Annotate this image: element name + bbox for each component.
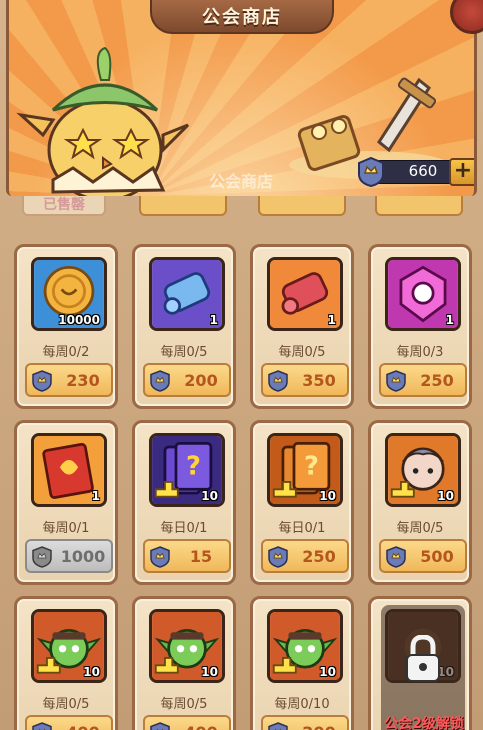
buy-button[interactable]: 400 <box>25 715 113 730</box>
item-quantity: 10 <box>319 665 336 679</box>
purchase-limit-label: 每周0/5 <box>42 697 90 712</box>
buy-button[interactable]: 350 <box>261 363 349 397</box>
shop-item-goblin-shard-1[interactable]: 10 每周0/5 400 <box>14 596 118 730</box>
item-icon-frame: ? 10 <box>149 433 225 507</box>
item-quantity: 1 <box>91 489 100 503</box>
price-value: 250 <box>420 371 454 390</box>
shop-window: 公会商店 公会商店 660 + 已售罄 10000 每周0/2 230 1 每周… <box>0 0 483 730</box>
purchase-limit-label: 每周0/10 <box>274 697 330 712</box>
purchase-limit-label: 每日0/1 <box>278 521 326 536</box>
guild-coin-icon <box>267 546 289 568</box>
shop-item-locked-shard[interactable]: 10公会2级解锁 <box>368 596 472 730</box>
guild-coin-icon <box>31 370 53 392</box>
shop-grid: 已售罄 10000 每周0/2 230 1 每周0/5 200 1 每周0/5 350 1 每周0/… <box>0 196 483 730</box>
buy-button[interactable]: 400 <box>143 715 231 730</box>
item-quantity: 1 <box>327 313 336 327</box>
shop-item-purple-mystery-card[interactable]: ? 10 每日0/1 15 <box>132 420 236 585</box>
padlock-icon <box>406 635 440 682</box>
title-plate: 公会商店 <box>150 0 334 34</box>
chick-mascot-icon <box>16 46 190 196</box>
guild-currency-display: 660 + <box>355 156 474 188</box>
purchase-limit-label: 每日0/1 <box>160 521 208 536</box>
shop-item-gold-coin[interactable]: 10000 每周0/2 230 <box>14 244 118 409</box>
sold-out-slot: 已售罄 <box>22 196 106 216</box>
item-quantity: 10 <box>319 489 336 503</box>
shop-item-hero-shard-kid[interactable]: 10 每周0/5 500 <box>368 420 472 585</box>
item-quantity: 10 <box>201 489 218 503</box>
svg-text:?: ? <box>186 452 201 482</box>
buy-button[interactable]: 250 <box>379 363 467 397</box>
shop-item-goblin-shard-2[interactable]: 10 每周0/5 400 <box>132 596 236 730</box>
banner-watermark: 公会商店 <box>209 172 274 191</box>
item-quantity: 1 <box>445 313 454 327</box>
add-currency-button[interactable]: + <box>449 158 474 186</box>
item-quantity: 10 <box>437 489 454 503</box>
guild-coin-icon <box>358 156 384 188</box>
purchase-limit-label: 每周0/1 <box>42 521 90 536</box>
item-icon-frame: 1 <box>149 257 225 331</box>
price-value: 230 <box>66 371 100 390</box>
partial-price-button[interactable] <box>375 196 463 216</box>
item-icon-frame: 10 <box>31 609 107 683</box>
price-value: 200 <box>184 371 218 390</box>
guild-coin-icon <box>149 546 171 568</box>
price-value: 250 <box>302 547 336 566</box>
buy-button[interactable]: 200 <box>261 715 349 730</box>
page-title: 公会商店 <box>202 7 282 28</box>
price-value: 400 <box>171 723 231 730</box>
sold-out-label: 已售罄 <box>43 197 85 213</box>
purchase-limit-label: 每周0/5 <box>278 345 326 360</box>
price-value: 15 <box>189 547 213 566</box>
purchase-limit-label: 每周0/5 <box>396 521 444 536</box>
item-icon-frame: 10 <box>267 609 343 683</box>
purchase-limit-label: 每周0/5 <box>160 697 208 712</box>
guild-coin-icon <box>267 722 289 730</box>
shop-item-blue-scroll[interactable]: 1 每周0/5 200 <box>132 244 236 409</box>
buy-button[interactable]: 15 <box>143 539 231 573</box>
item-quantity: 1 <box>209 313 218 327</box>
item-quantity: 10000 <box>58 313 100 327</box>
guild-coin-icon <box>385 370 407 392</box>
shop-item-red-book[interactable]: 1 每周0/1 1000 <box>14 420 118 585</box>
item-icon-frame: 1 <box>385 257 461 331</box>
shop-item-pink-emblem[interactable]: 1 每周0/3 250 <box>368 244 472 409</box>
item-icon-frame: 10000 <box>31 257 107 331</box>
guild-coin-icon <box>267 370 289 392</box>
item-icon-frame: ? 10 <box>267 433 343 507</box>
buy-button[interactable]: 1000 <box>25 539 113 573</box>
purchase-limit-label: 每周0/5 <box>160 345 208 360</box>
item-icon-frame: 1 <box>267 257 343 331</box>
partial-row: 已售罄 <box>0 196 483 224</box>
guild-coin-icon <box>149 722 171 730</box>
shop-item-goblin-shard-3[interactable]: 10 每周0/10 200 <box>250 596 354 730</box>
item-icon-frame: 1 <box>31 433 107 507</box>
shop-item-orange-mystery-card[interactable]: ? 10 每日0/1 250 <box>250 420 354 585</box>
guild-coin-icon <box>385 546 407 568</box>
guild-coin-icon <box>31 722 53 730</box>
purchase-limit-label: 每周0/2 <box>42 345 90 360</box>
item-quantity: 10 <box>201 665 218 679</box>
guild-coin-icon <box>31 546 53 568</box>
price-value: 1000 <box>60 547 106 566</box>
shop-item-red-scroll[interactable]: 1 每周0/5 350 <box>250 244 354 409</box>
partial-price-button[interactable] <box>139 196 227 216</box>
guild-coin-icon <box>149 370 171 392</box>
price-value: 350 <box>302 371 336 390</box>
unlock-requirement-label: 公会2级解锁 <box>384 716 464 730</box>
price-value: 400 <box>53 723 113 730</box>
price-value: 200 <box>289 723 349 730</box>
item-icon-frame: 10 <box>385 433 461 507</box>
locked-overlay <box>381 605 465 730</box>
purchase-limit-label: 每周0/3 <box>396 345 444 360</box>
buy-button[interactable]: 230 <box>25 363 113 397</box>
item-quantity: 10 <box>83 665 100 679</box>
buy-button[interactable]: 200 <box>143 363 231 397</box>
item-icon-frame: 10 <box>149 609 225 683</box>
partial-price-button[interactable] <box>258 196 346 216</box>
price-value: 500 <box>420 547 454 566</box>
buy-button[interactable]: 250 <box>261 539 349 573</box>
buy-button[interactable]: 500 <box>379 539 467 573</box>
svg-text:?: ? <box>304 452 319 482</box>
